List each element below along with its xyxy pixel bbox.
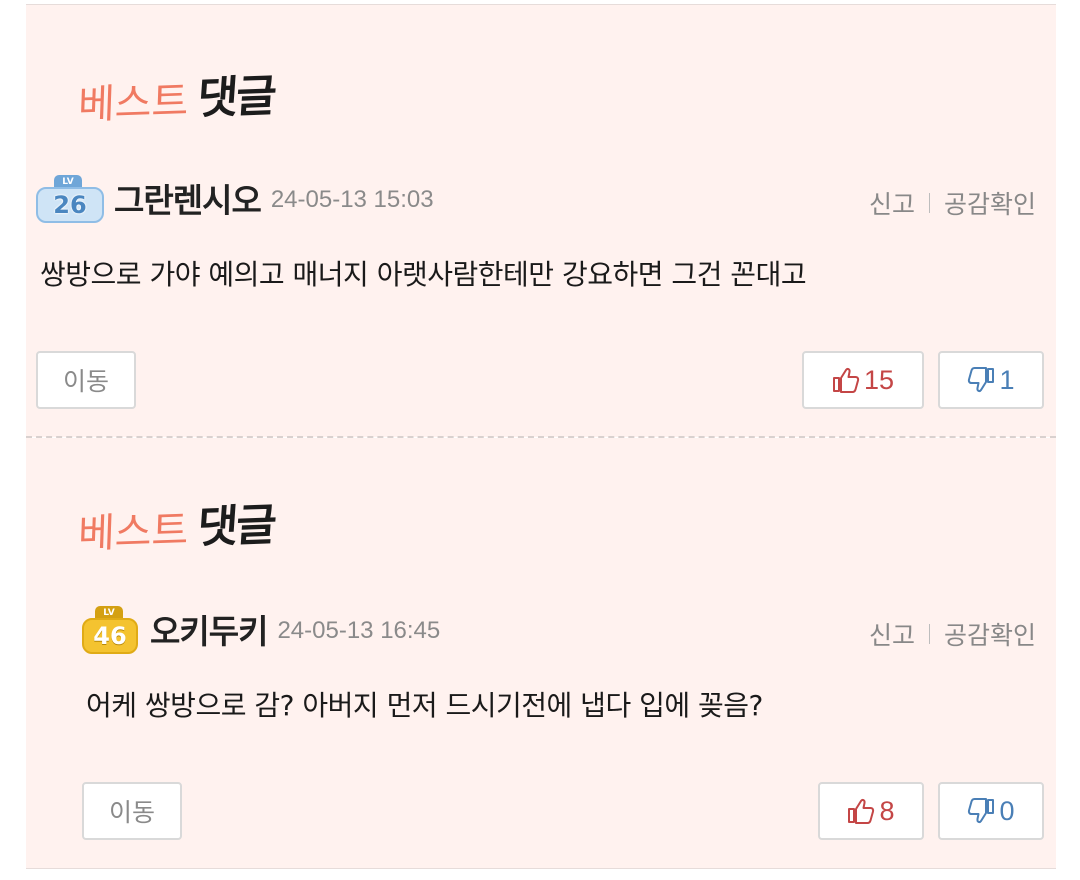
downvote-button[interactable]: 0 <box>938 782 1044 840</box>
level-badge-icon: LV 26 <box>36 175 104 223</box>
level-badge-number: 26 <box>36 187 104 223</box>
best-logo-black-text: 댓글 <box>196 499 277 554</box>
timestamp: 24-05-13 16:45 <box>277 617 441 644</box>
comment-actions: 신고 공감확인 <box>869 616 1036 652</box>
move-button[interactable]: 이동 <box>82 782 182 840</box>
best-logo-red-text: 베스트 <box>77 78 190 129</box>
action-separator <box>928 193 930 213</box>
best-comment-card: 베스트 댓글 LV 46 오키두키 24-05-13 16:45 신고 공감확인… <box>26 438 1056 869</box>
upvote-count: 8 <box>879 795 895 826</box>
comment-page: 베스트 댓글 LV 26 그란렌시오 24-05-13 15:03 신고 공감확… <box>0 0 1080 880</box>
report-link[interactable]: 신고 <box>869 185 915 221</box>
best-comment-logo: 베스트 댓글 <box>77 489 277 560</box>
action-separator <box>928 624 930 644</box>
report-link[interactable]: 신고 <box>869 616 915 652</box>
username[interactable]: 그란렌시오 <box>114 174 262 222</box>
best-comment-logo: 베스트 댓글 <box>77 60 277 131</box>
empathy-check-link[interactable]: 공감확인 <box>944 185 1036 221</box>
move-button[interactable]: 이동 <box>36 351 136 409</box>
thumbs-up-icon <box>832 367 860 393</box>
level-badge-number: 46 <box>82 618 138 654</box>
thumbs-up-icon <box>848 798 875 824</box>
best-comment-card: 베스트 댓글 LV 26 그란렌시오 24-05-13 15:03 신고 공감확… <box>26 4 1056 437</box>
upvote-button[interactable]: 8 <box>818 782 924 840</box>
timestamp: 24-05-13 15:03 <box>270 186 434 213</box>
downvote-button[interactable]: 1 <box>938 351 1044 409</box>
comment-text: 어케 쌍방으로 감? 아버지 먼저 드시기전에 냅다 입에 꽂음? <box>86 689 763 722</box>
thumbs-down-icon <box>968 367 995 393</box>
thumbs-down-icon <box>968 798 995 824</box>
comment-header: LV 26 그란렌시오 24-05-13 15:03 <box>36 173 434 223</box>
best-logo-red-text: 베스트 <box>77 507 190 558</box>
best-logo-black-text: 댓글 <box>196 70 277 125</box>
username[interactable]: 오키두키 <box>150 605 268 653</box>
level-badge-icon: LV 46 <box>82 606 138 654</box>
comment-header: LV 46 오키두키 24-05-13 16:45 <box>82 604 440 654</box>
downvote-count: 0 <box>999 795 1015 826</box>
comment-actions: 신고 공감확인 <box>869 185 1036 221</box>
empathy-check-link[interactable]: 공감확인 <box>944 616 1036 652</box>
upvote-count: 15 <box>863 364 895 395</box>
downvote-count: 1 <box>999 364 1015 395</box>
comment-text: 쌍방으로 가야 예의고 매너지 아랫사람한테만 강요하면 그건 꼰대고 <box>40 258 807 291</box>
upvote-button[interactable]: 15 <box>802 351 924 409</box>
